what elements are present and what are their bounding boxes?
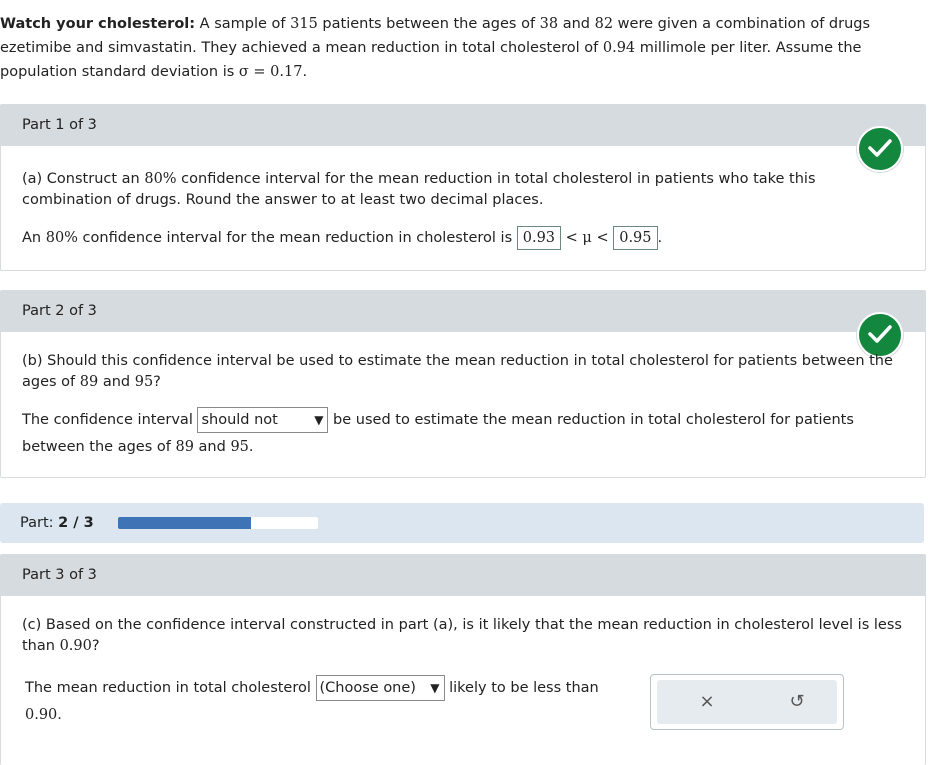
problem-title: Watch your cholesterol:: [0, 16, 196, 32]
reset-icon[interactable]: ↺: [785, 690, 809, 714]
part-3-answer: The mean reduction in total cholesterol …: [25, 675, 625, 729]
progress-track: [118, 517, 318, 529]
part-3-card: Part 3 of 3 (c) Based on the confidence …: [0, 554, 926, 765]
progress-fill: [118, 517, 251, 529]
part-2-header: Part 2 of 3: [1, 291, 925, 332]
part-progress: Part: 2 / 3: [0, 503, 924, 543]
part-1-header: Part 1 of 3: [1, 105, 925, 146]
check-icon: [857, 126, 903, 172]
should-dropdown[interactable]: should not ▼: [197, 407, 329, 433]
lower-bound-input[interactable]: 0.93: [516, 226, 562, 250]
problem-statement: Watch your cholesterol: A sample of 315 …: [0, 16, 871, 80]
part-3-question: (c) Based on the confidence interval con…: [22, 617, 902, 654]
part-1-card: Part 1 of 3 (a) Construct an 80% confide…: [0, 104, 926, 271]
upper-bound-input[interactable]: 0.95: [613, 226, 658, 250]
chevron-down-icon: ▼: [314, 413, 324, 427]
answer-actions: × ↺: [650, 674, 844, 730]
part-3-header: Part 3 of 3: [1, 555, 925, 596]
part-1-answer: An 80% confidence interval for the mean …: [22, 225, 905, 251]
part-1-question: (a) Construct an 80% confidence interval…: [22, 171, 816, 208]
part-2-answer: The confidence interval should not ▼ be u…: [22, 407, 905, 461]
chevron-down-icon: ▼: [430, 681, 440, 695]
clear-icon[interactable]: ×: [695, 690, 719, 714]
part-2-card: Part 2 of 3 (b) Should this confidence i…: [0, 290, 926, 478]
part-2-question: (b) Should this confidence interval be u…: [22, 353, 893, 390]
likely-dropdown[interactable]: (Choose one) ▼: [315, 675, 445, 701]
progress-value: 2 / 3: [58, 515, 94, 531]
